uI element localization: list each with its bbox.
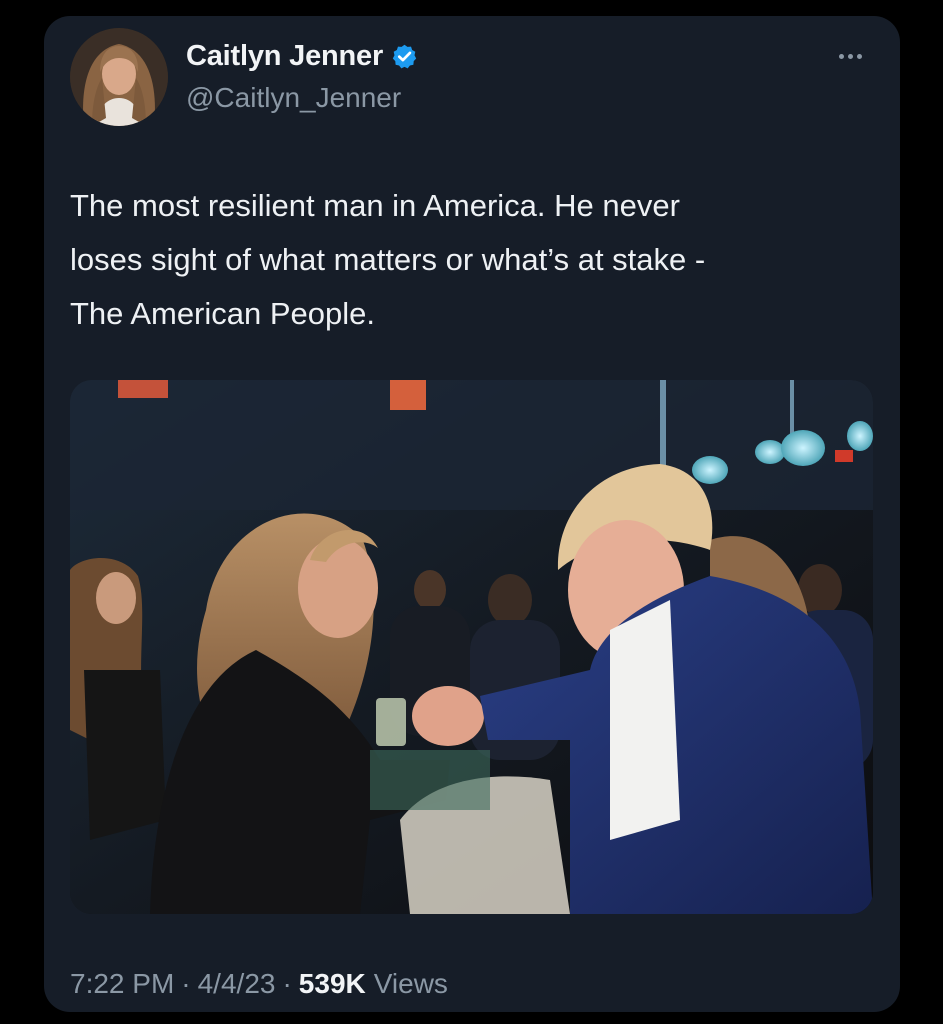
more-options-icon[interactable] — [830, 44, 870, 68]
verified-badge-icon — [392, 44, 417, 69]
author-handle[interactable]: @Caitlyn_Jenner — [186, 82, 401, 114]
author-avatar[interactable] — [70, 28, 168, 126]
views-label[interactable]: Views — [374, 968, 448, 1000]
tweet-text: The most resilient man in America. He ne… — [70, 188, 706, 331]
tweet-time[interactable]: 7:22 PM — [70, 968, 174, 1000]
meta-separator: · — [181, 968, 191, 999]
meta-separator: · — [282, 968, 292, 999]
tweet-photo[interactable] — [70, 380, 873, 914]
author-avatar-image — [70, 28, 168, 126]
author-display-name[interactable]: Caitlyn Jenner — [186, 40, 383, 73]
author-name-row[interactable]: Caitlyn Jenner — [186, 40, 418, 73]
more-dot — [838, 53, 844, 59]
more-dot — [847, 53, 853, 59]
photo-handshake-scene — [70, 380, 873, 914]
tweet-meta: 7:22 PM · 4/4/23 · 539K Views — [70, 968, 448, 1000]
views-count[interactable]: 539K — [299, 968, 366, 1000]
tweet-card[interactable]: Caitlyn Jenner @Caitlyn_Jenner The most … — [44, 16, 900, 1012]
tweet-date[interactable]: 4/4/23 — [198, 968, 276, 1000]
more-dot — [856, 53, 862, 59]
